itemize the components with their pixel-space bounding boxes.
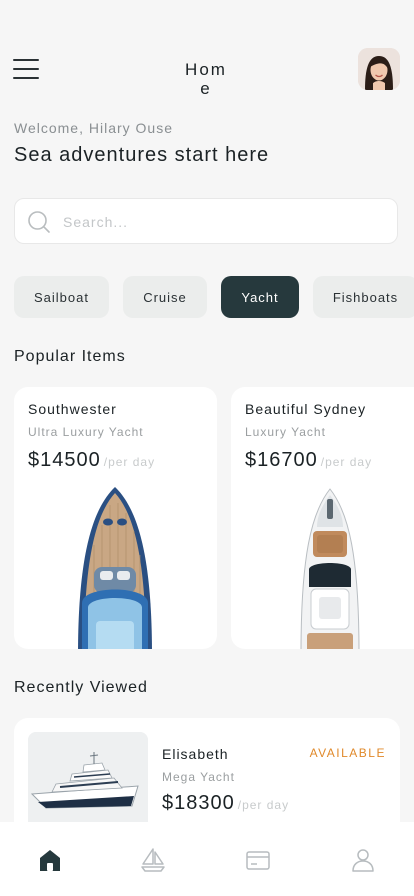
nav-boats[interactable] (139, 846, 167, 874)
category-sailboat[interactable]: Sailboat (14, 276, 109, 318)
home-icon (40, 850, 60, 871)
status-badge: AVAILABLE (309, 746, 386, 760)
search-bar[interactable] (14, 198, 398, 244)
recently-viewed-title: Recently Viewed (14, 679, 148, 696)
item-name: Beautiful Sydney (245, 401, 367, 417)
nav-bookings[interactable] (244, 846, 272, 874)
item-type: Mega Yacht (162, 770, 235, 784)
popular-card-beautiful-sydney[interactable]: Beautiful Sydney Luxury Yacht $16700/per… (231, 387, 414, 649)
category-cruise[interactable]: Cruise (123, 276, 207, 318)
home-screen: Home Welcome, Hilary Ouse Sea adventures… (0, 0, 414, 896)
page-title: Home (185, 60, 227, 98)
popular-card-southwester[interactable]: Southwester Ultra Luxury Yacht $14500/pe… (14, 387, 217, 649)
price-unit: /per day (237, 798, 290, 812)
item-price: $14500 (28, 449, 101, 471)
user-avatar[interactable] (358, 48, 400, 90)
hamburger-menu-icon[interactable] (13, 59, 39, 81)
nav-home[interactable] (36, 846, 64, 874)
search-icon (28, 211, 50, 233)
item-type: Luxury Yacht (245, 425, 326, 439)
bottom-nav (0, 822, 414, 896)
yacht-top-view-image (300, 488, 360, 649)
search-input[interactable] (61, 209, 385, 235)
item-type: Ultra Luxury Yacht (28, 425, 144, 439)
profile-icon (352, 849, 374, 872)
nav-profile[interactable] (349, 846, 377, 874)
sailboat-icon (141, 848, 165, 872)
item-name: Southwester (28, 401, 117, 417)
headline: Sea adventures start here (14, 144, 270, 166)
item-name: Elisabeth (162, 746, 229, 762)
price-unit: /per day (103, 455, 156, 469)
card-icon (246, 851, 270, 870)
yacht-top-view-image (78, 487, 152, 649)
yacht-side-view-image (28, 732, 148, 832)
popular-items-title: Popular Items (14, 348, 126, 365)
category-fishboats[interactable]: Fishboats (313, 276, 414, 318)
welcome-text: Welcome, Hilary Ouse (14, 120, 174, 136)
item-price: $18300 (162, 792, 235, 814)
category-yacht[interactable]: Yacht (221, 276, 299, 318)
item-price: $16700 (245, 449, 318, 471)
price-unit: /per day (320, 455, 373, 469)
